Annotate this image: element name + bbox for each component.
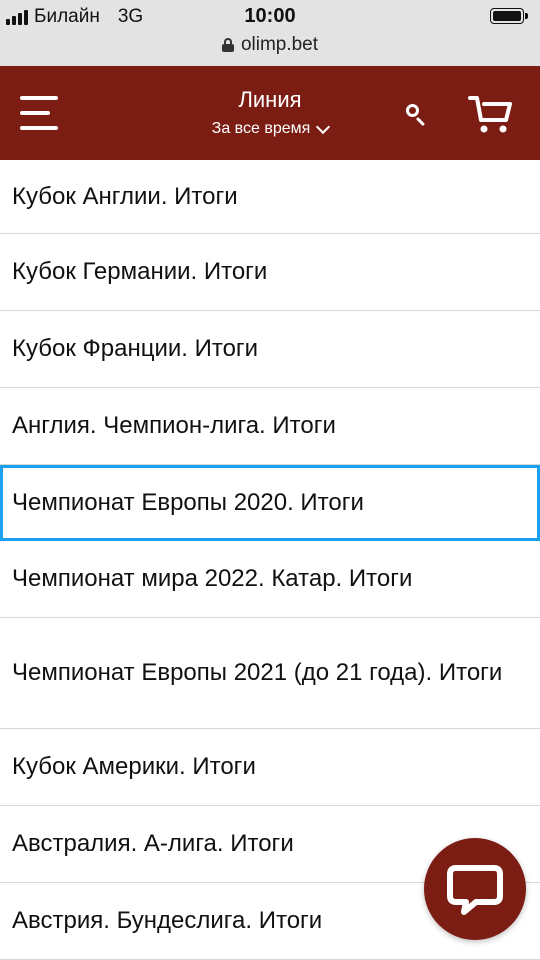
battery-icon — [490, 8, 530, 26]
period-filter-label: За все время — [211, 120, 311, 137]
period-filter[interactable]: За все время — [211, 119, 331, 138]
list-item-label: Кубок Германии. Итоги — [12, 258, 268, 285]
list-item-label: Австралия. А-лига. Итоги — [12, 830, 294, 857]
lock-icon — [221, 38, 234, 52]
list-item[interactable]: Чемпионат Европы 2021 (до 21 года). Итог… — [0, 618, 540, 729]
url-text: olimp.bet — [240, 34, 319, 55]
address-bar[interactable]: olimp.bet — [0, 34, 540, 56]
list-item-label: Кубок Америки. Итоги — [12, 753, 256, 780]
list-item-label: Кубок Англии. Итоги — [12, 182, 238, 210]
chat-button[interactable] — [424, 838, 526, 940]
list-item[interactable]: Кубок Англии. Итоги — [0, 160, 540, 234]
header-center: Линия За все время — [150, 86, 390, 138]
list-item-label: Чемпионат мира 2022. Катар. Итоги — [12, 565, 413, 592]
list-item[interactable]: Кубок Америки. Итоги — [0, 729, 540, 806]
list-item[interactable]: Чемпионат мира 2022. Катар. Итоги — [0, 541, 540, 618]
cart-icon[interactable] — [468, 92, 516, 136]
menu-icon[interactable] — [20, 96, 60, 132]
search-icon[interactable] — [402, 100, 432, 130]
list-item-label: Англия. Чемпион-лига. Итоги — [12, 412, 336, 439]
list-item[interactable]: Кубок Германии. Итоги — [0, 234, 540, 311]
list-item-label: Чемпионат Европы 2021 (до 21 года). Итог… — [12, 659, 503, 686]
app-header: Линия За все время — [0, 66, 540, 160]
list-item-label: Австрия. Бундеслига. Итоги — [12, 907, 323, 934]
chevron-down-icon — [316, 119, 331, 134]
list-item-label: Чемпионат Европы 2020. Итоги — [12, 488, 364, 516]
clock: 10:00 — [244, 5, 296, 27]
chat-icon — [447, 865, 503, 915]
list-item[interactable]: Англия. Чемпион-лига. Итоги — [0, 388, 540, 465]
status-bar: Билайн 3G 10:00 olimp.bet — [0, 0, 540, 66]
page-title: Линия — [238, 87, 302, 112]
list-item[interactable]: Кубок Франции. Итоги — [0, 311, 540, 388]
list-item-label: Кубок Франции. Итоги — [12, 335, 259, 362]
list-item-selected[interactable]: Чемпионат Европы 2020. Итоги — [0, 465, 540, 541]
